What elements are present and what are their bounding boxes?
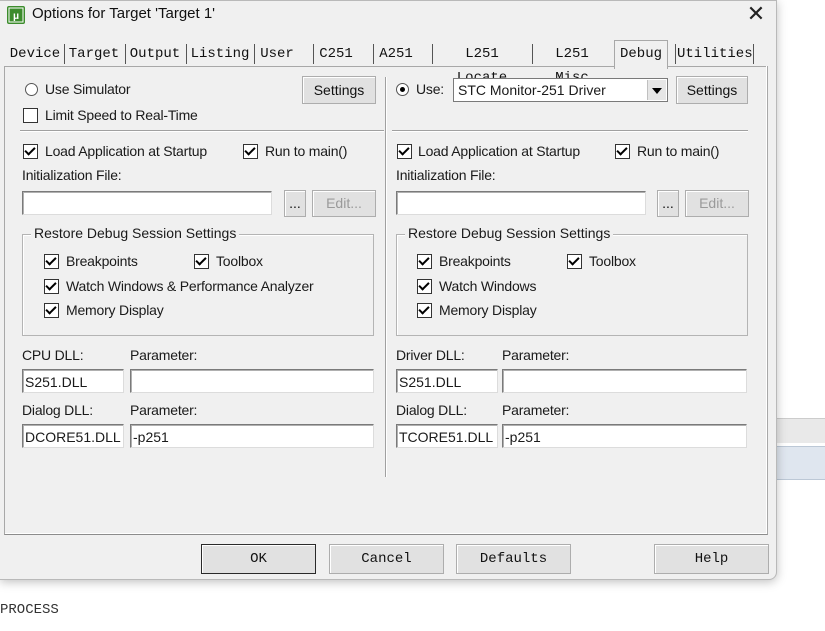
defaults-button[interactable]: Defaults: [456, 544, 571, 574]
keil-app-icon: μ: [7, 6, 25, 24]
breakpoints-label: Breakpoints: [66, 253, 138, 269]
title-bar[interactable]: μ Options for Target 'Target 1' ✕: [0, 1, 776, 29]
restore-memory-display-checkbox[interactable]: [417, 303, 432, 318]
watch-windows-label: Watch Windows & Performance Analyzer: [66, 278, 314, 294]
restore-breakpoints-checkbox[interactable]: [44, 254, 59, 269]
cancel-button[interactable]: Cancel: [329, 544, 444, 574]
background-text: PROCESS: [0, 602, 59, 618]
use-simulator-label: Use Simulator: [45, 81, 131, 97]
dialog-parameter-label: Parameter:: [130, 402, 198, 418]
browse-init-file-button[interactable]: ...: [657, 190, 679, 217]
initialization-file-input[interactable]: [396, 191, 646, 215]
background-panel: [776, 418, 825, 443]
load-application-label: Load Application at Startup: [418, 143, 580, 159]
run-to-main-label: Run to main(): [265, 143, 348, 159]
restore-watch-windows-checkbox[interactable]: [44, 279, 59, 294]
tab-device[interactable]: Device: [8, 42, 62, 66]
run-to-main-label: Run to main(): [637, 143, 720, 159]
driver-parameter-input[interactable]: [502, 369, 747, 393]
dialog-parameter-input[interactable]: -p251: [502, 424, 747, 448]
memory-display-label: Memory Display: [439, 302, 537, 318]
initialization-file-input[interactable]: [22, 191, 272, 215]
dialog-dll-label: Dialog DLL:: [22, 402, 93, 418]
tab-c251[interactable]: C251: [316, 42, 356, 66]
tab-l251-locate[interactable]: L251 Locate: [436, 42, 528, 86]
driver-select[interactable]: STC Monitor-251 Driver: [453, 78, 668, 102]
restore-memory-display-checkbox[interactable]: [44, 303, 59, 318]
window-title: Options for Target 'Target 1': [32, 5, 216, 22]
load-application-checkbox[interactable]: [23, 144, 38, 159]
restore-session-title: Restore Debug Session Settings: [405, 225, 614, 241]
chevron-down-icon[interactable]: [647, 80, 666, 100]
tab-separator: [125, 44, 126, 64]
restore-toolbox-checkbox[interactable]: [194, 254, 209, 269]
watch-windows-label: Watch Windows: [439, 278, 537, 294]
ok-button[interactable]: OK: [201, 544, 316, 574]
edit-init-file-button[interactable]: Edit...: [685, 190, 749, 217]
simulator-settings-button[interactable]: Settings: [302, 76, 376, 104]
run-to-main-checkbox[interactable]: [615, 144, 630, 159]
tab-separator: [432, 44, 433, 64]
close-button[interactable]: ✕: [738, 1, 774, 27]
cpu-dll-label: CPU DLL:: [22, 347, 84, 363]
tab-debug[interactable]: Debug: [614, 40, 668, 69]
use-simulator-radio[interactable]: [25, 83, 38, 96]
dialog-dll-input[interactable]: DCORE51.DLL: [22, 424, 124, 448]
tab-a251[interactable]: A251: [376, 42, 416, 66]
restore-toolbox-checkbox[interactable]: [567, 254, 582, 269]
background-panel-highlight: [776, 446, 825, 480]
driver-select-value: STC Monitor-251 Driver: [458, 82, 606, 98]
tab-separator: [753, 44, 754, 64]
tab-separator: [186, 44, 187, 64]
tab-separator: [675, 44, 676, 64]
tab-user[interactable]: User: [256, 42, 298, 66]
limit-speed-label: Limit Speed to Real-Time: [45, 107, 198, 123]
limit-speed-checkbox[interactable]: [23, 108, 38, 123]
tab-utilities[interactable]: Utilities: [677, 42, 753, 66]
restore-watch-windows-checkbox[interactable]: [417, 279, 432, 294]
initialization-file-label: Initialization File:: [396, 167, 496, 183]
tab-l251-misc[interactable]: L251 Misc: [535, 42, 609, 86]
cpu-parameter-label: Parameter:: [130, 347, 198, 363]
driver-dll-input[interactable]: S251.DLL: [396, 369, 498, 393]
breakpoints-label: Breakpoints: [439, 253, 511, 269]
close-icon: ✕: [746, 1, 766, 26]
toolbox-label: Toolbox: [216, 253, 263, 269]
driver-settings-button[interactable]: Settings: [676, 76, 748, 104]
tab-output[interactable]: Output: [127, 42, 183, 66]
help-button[interactable]: Help: [654, 544, 769, 574]
dialog-dll-input[interactable]: TCORE51.DLL: [396, 424, 498, 448]
load-application-checkbox[interactable]: [397, 144, 412, 159]
toolbox-label: Toolbox: [589, 253, 636, 269]
horizontal-divider: [20, 130, 384, 131]
dialog-parameter-input[interactable]: -p251: [130, 424, 374, 448]
tab-target[interactable]: Target: [66, 42, 122, 66]
use-label: Use:: [416, 81, 444, 97]
tab-separator: [313, 44, 314, 64]
cpu-parameter-input[interactable]: [130, 369, 374, 393]
tab-separator: [64, 44, 65, 64]
vertical-divider: [385, 77, 386, 477]
driver-dll-label: Driver DLL:: [396, 347, 465, 363]
load-application-label: Load Application at Startup: [45, 143, 207, 159]
tab-separator: [373, 44, 374, 64]
tab-listing[interactable]: Listing: [188, 42, 252, 66]
dialog-parameter-label: Parameter:: [502, 402, 570, 418]
driver-parameter-label: Parameter:: [502, 347, 570, 363]
cpu-dll-input[interactable]: S251.DLL: [22, 369, 124, 393]
options-dialog: μ Options for Target 'Target 1' ✕ Device…: [0, 0, 777, 580]
memory-display-label: Memory Display: [66, 302, 164, 318]
run-to-main-checkbox[interactable]: [243, 144, 258, 159]
restore-breakpoints-checkbox[interactable]: [417, 254, 432, 269]
browse-init-file-button[interactable]: ...: [284, 190, 306, 217]
restore-session-title: Restore Debug Session Settings: [31, 225, 240, 241]
tab-separator: [532, 44, 533, 64]
tab-separator: [254, 44, 255, 64]
horizontal-divider: [392, 130, 748, 131]
edit-init-file-button[interactable]: Edit...: [312, 190, 376, 217]
use-driver-radio[interactable]: [396, 83, 409, 96]
initialization-file-label: Initialization File:: [22, 167, 122, 183]
dialog-dll-label: Dialog DLL:: [396, 402, 467, 418]
svg-text:μ: μ: [13, 11, 19, 22]
